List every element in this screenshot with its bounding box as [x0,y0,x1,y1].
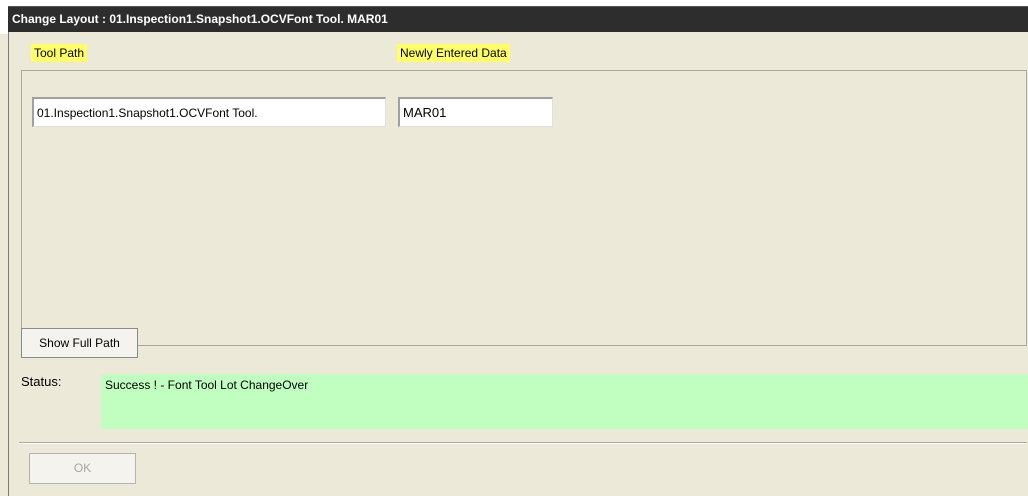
tool-path-field[interactable]: 01.Inspection1.Snapshot1.OCVFont Tool. [32,97,386,127]
footer-divider [19,442,1027,444]
ok-button[interactable]: OK [29,453,136,484]
window-title: Change Layout : 01.Inspection1.Snapshot1… [12,12,388,26]
title-bar-background: Change Layout : 01.Inspection1.Snapshot1… [8,6,1028,33]
status-message: Success ! - Font Tool Lot ChangeOver [101,374,1028,429]
status-label: Status: [21,374,62,389]
tool-list-panel: 01.Inspection1.Snapshot1.OCVFont Tool. M… [21,70,1027,346]
newly-entered-data-field[interactable]: MAR01 [398,97,553,127]
change-layout-dialog: Change Layout : 01.Inspection1.Snapshot1… [0,0,1028,496]
show-full-path-button[interactable]: Show Full Path [21,328,138,358]
dialog-client-area: Tool Path Newly Entered Data 01.Inspecti… [8,32,1028,496]
title-bar[interactable]: Change Layout : 01.Inspection1.Snapshot1… [0,0,1028,34]
tool-path-header: Tool Path [31,44,88,62]
newly-entered-data-header: Newly Entered Data [397,44,510,62]
